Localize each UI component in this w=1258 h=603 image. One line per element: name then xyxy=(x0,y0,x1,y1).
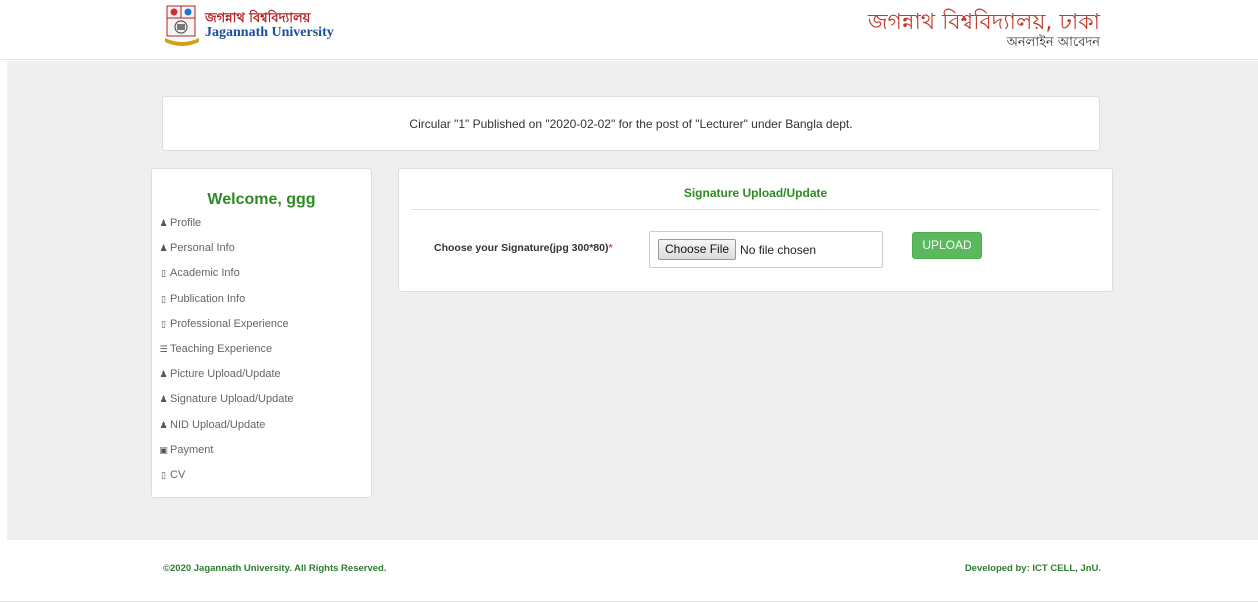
book-icon: ▯ xyxy=(161,469,166,480)
book-icon: ▯ xyxy=(161,268,166,279)
sidebar-item-cv[interactable]: ▯ CV xyxy=(158,463,371,488)
file-status-text: No file chosen xyxy=(740,242,817,257)
book-icon: ▯ xyxy=(161,293,166,304)
signature-file-input[interactable]: Choose File No file chosen xyxy=(649,231,883,268)
sidebar-item-label: Picture Upload/Update xyxy=(170,368,281,381)
panel-title: Signature Upload/Update xyxy=(683,186,828,200)
signature-field-label-text: Choose your Signature(jpg 300*80) xyxy=(434,242,609,254)
footer-copyright: ©2020 Jagannath University. All Rights R… xyxy=(163,563,387,574)
upload-button[interactable]: UPLOAD xyxy=(912,232,982,259)
sidebar-item-label: Profile xyxy=(170,217,202,230)
sidebar-item-signature-upload[interactable]: ♟ Signature Upload/Update xyxy=(158,387,371,412)
divider xyxy=(411,209,1100,210)
sidebar-item-label: CV xyxy=(170,468,186,481)
money-icon: ▣ xyxy=(159,444,168,455)
sidebar-item-academic-info[interactable]: ▯ Academic Info xyxy=(158,261,371,286)
sidebar-item-publication-info[interactable]: ▯ Publication Info xyxy=(158,287,371,312)
sidebar: Welcome, ggg ♟ Profile ♟ Personal Info ▯ Ac… xyxy=(151,168,372,498)
university-logo[interactable]: জগন্নাথ বিশ্ববিদ্যালয় Jagannath Univers… xyxy=(163,4,334,48)
main-area: Circular "1" Published on "2020-02-02" f… xyxy=(7,61,1258,540)
university-title: জগন্নাথ বিশ্ববিদ্যালয়, ঢাকা xyxy=(867,10,1100,35)
sidebar-item-label: Professional Experience xyxy=(170,317,289,330)
user-icon: ♟ xyxy=(159,218,168,229)
user-icon: ♟ xyxy=(159,243,168,254)
signature-upload-panel: Signature Upload/Update Choose your Sign… xyxy=(398,168,1113,292)
sidebar-item-profile[interactable]: ♟ Profile xyxy=(158,211,371,236)
welcome-heading: Welcome, ggg xyxy=(207,191,316,208)
footer-divider xyxy=(0,601,1258,602)
university-crest-icon xyxy=(163,4,201,48)
sidebar-item-payment[interactable]: ▣ Payment xyxy=(158,438,371,463)
sidebar-item-personal-info[interactable]: ♟ Personal Info xyxy=(158,236,371,261)
sidebar-menu: ♟ Profile ♟ Personal Info ▯ Academic Info ▯… xyxy=(152,211,371,488)
logo-bangla-text: জগন্নাথ বিশ্ববিদ্যালয় xyxy=(205,11,311,26)
sidebar-item-picture-upload[interactable]: ♟ Picture Upload/Update xyxy=(158,362,371,387)
list-icon: ☰ xyxy=(159,344,168,355)
footer-developer: Developed by: ICT CELL, JnU. xyxy=(964,563,1101,574)
site-header: জগন্নাথ বিশ্ববিদ্যালয় Jagannath Univers… xyxy=(0,0,1258,60)
logo-english-text: Jagannath University xyxy=(205,25,334,40)
sidebar-item-professional-experience[interactable]: ▯ Professional Experience xyxy=(158,312,371,337)
sidebar-item-label: Teaching Experience xyxy=(170,343,273,356)
sidebar-item-label: Signature Upload/Update xyxy=(170,393,294,406)
user-icon: ♟ xyxy=(159,419,168,430)
sidebar-item-label: Academic Info xyxy=(170,267,240,280)
book-icon: ▯ xyxy=(161,318,166,329)
signature-field-label: Choose your Signature(jpg 300*80)* xyxy=(434,242,613,254)
circular-notice: Circular "1" Published on "2020-02-02" f… xyxy=(162,96,1100,151)
choose-file-button[interactable]: Choose File xyxy=(658,239,737,260)
sidebar-item-nid-upload[interactable]: ♟ NID Upload/Update xyxy=(158,413,371,438)
sidebar-item-label: Publication Info xyxy=(170,292,246,305)
header-title-block: জগন্নাথ বিশ্ববিদ্যালয়, ঢাকা অনলাইন আবেদ… xyxy=(868,10,1100,50)
user-icon: ♟ xyxy=(159,394,168,405)
sidebar-item-label: Personal Info xyxy=(170,242,235,255)
circular-text: Circular "1" Published on "2020-02-02" f… xyxy=(409,116,853,131)
required-mark: * xyxy=(608,242,613,254)
sidebar-item-label: NID Upload/Update xyxy=(170,418,266,431)
online-application-subtitle: অনলাইন আবেদন xyxy=(1006,35,1100,50)
sidebar-item-teaching-experience[interactable]: ☰ Teaching Experience xyxy=(158,337,371,362)
user-icon: ♟ xyxy=(159,369,168,380)
sidebar-item-label: Payment xyxy=(170,443,214,456)
